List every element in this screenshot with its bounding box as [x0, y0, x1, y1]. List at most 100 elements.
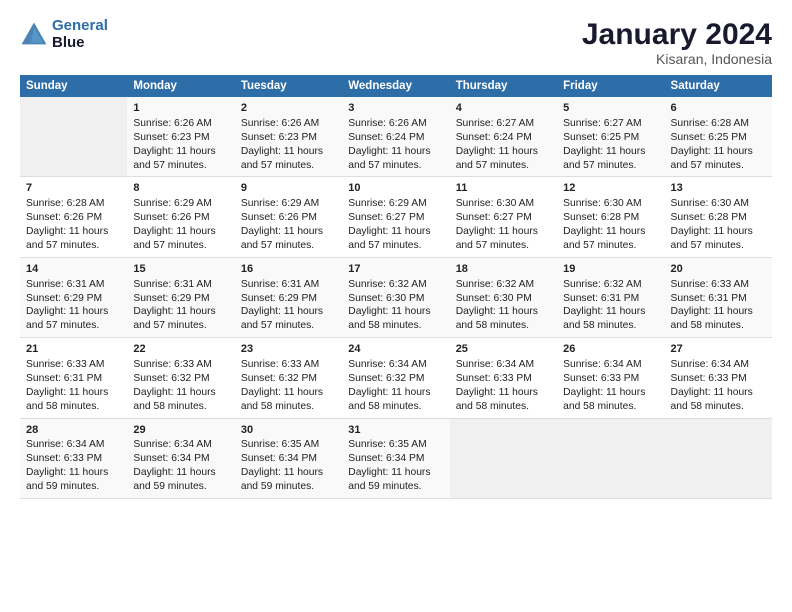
- day-info: Daylight: 11 hours and 58 minutes.: [133, 386, 228, 414]
- week-row-3: 14Sunrise: 6:31 AMSunset: 6:29 PMDayligh…: [20, 257, 772, 337]
- day-info: Daylight: 11 hours and 59 minutes.: [241, 466, 336, 494]
- day-info: Sunset: 6:29 PM: [133, 292, 228, 306]
- day-cell-6: 6Sunrise: 6:28 AMSunset: 6:25 PMDaylight…: [665, 97, 772, 177]
- col-header-sunday: Sunday: [20, 75, 127, 97]
- day-info: Sunset: 6:31 PM: [26, 372, 121, 386]
- day-info: Daylight: 11 hours and 57 minutes.: [456, 225, 551, 253]
- day-number: 2: [241, 101, 336, 116]
- day-info: Sunset: 6:24 PM: [456, 131, 551, 145]
- day-info: Daylight: 11 hours and 58 minutes.: [456, 305, 551, 333]
- col-header-saturday: Saturday: [665, 75, 772, 97]
- day-info: Sunrise: 6:30 AM: [563, 197, 658, 211]
- day-info: Daylight: 11 hours and 57 minutes.: [671, 225, 766, 253]
- day-number: 24: [348, 342, 443, 357]
- day-cell-empty: [665, 418, 772, 498]
- day-info: Sunset: 6:26 PM: [241, 211, 336, 225]
- day-cell-11: 11Sunrise: 6:30 AMSunset: 6:27 PMDayligh…: [450, 177, 557, 257]
- day-cell-26: 26Sunrise: 6:34 AMSunset: 6:33 PMDayligh…: [557, 338, 664, 418]
- day-cell-22: 22Sunrise: 6:33 AMSunset: 6:32 PMDayligh…: [127, 338, 234, 418]
- week-row-4: 21Sunrise: 6:33 AMSunset: 6:31 PMDayligh…: [20, 338, 772, 418]
- day-info: Sunrise: 6:31 AM: [241, 278, 336, 292]
- subtitle: Kisaran, Indonesia: [582, 51, 772, 67]
- day-cell-19: 19Sunrise: 6:32 AMSunset: 6:31 PMDayligh…: [557, 257, 664, 337]
- day-info: Sunrise: 6:34 AM: [133, 438, 228, 452]
- day-cell-28: 28Sunrise: 6:34 AMSunset: 6:33 PMDayligh…: [20, 418, 127, 498]
- day-number: 31: [348, 423, 443, 438]
- day-info: Sunset: 6:28 PM: [563, 211, 658, 225]
- day-info: Sunrise: 6:31 AM: [26, 278, 121, 292]
- day-info: Daylight: 11 hours and 58 minutes.: [671, 386, 766, 414]
- day-info: Sunset: 6:27 PM: [456, 211, 551, 225]
- day-number: 3: [348, 101, 443, 116]
- day-info: Sunset: 6:32 PM: [348, 372, 443, 386]
- day-info: Sunset: 6:33 PM: [563, 372, 658, 386]
- day-number: 27: [671, 342, 766, 357]
- day-cell-3: 3Sunrise: 6:26 AMSunset: 6:24 PMDaylight…: [342, 97, 449, 177]
- day-info: Sunrise: 6:34 AM: [348, 358, 443, 372]
- day-info: Daylight: 11 hours and 57 minutes.: [133, 305, 228, 333]
- day-cell-31: 31Sunrise: 6:35 AMSunset: 6:34 PMDayligh…: [342, 418, 449, 498]
- week-row-5: 28Sunrise: 6:34 AMSunset: 6:33 PMDayligh…: [20, 418, 772, 498]
- day-info: Daylight: 11 hours and 57 minutes.: [563, 225, 658, 253]
- day-info: Sunset: 6:23 PM: [133, 131, 228, 145]
- day-info: Sunrise: 6:26 AM: [241, 117, 336, 131]
- day-info: Sunset: 6:33 PM: [26, 452, 121, 466]
- day-number: 20: [671, 262, 766, 277]
- day-info: Sunset: 6:32 PM: [241, 372, 336, 386]
- day-number: 26: [563, 342, 658, 357]
- day-info: Sunrise: 6:29 AM: [348, 197, 443, 211]
- day-number: 16: [241, 262, 336, 277]
- day-info: Sunset: 6:24 PM: [348, 131, 443, 145]
- day-cell-14: 14Sunrise: 6:31 AMSunset: 6:29 PMDayligh…: [20, 257, 127, 337]
- day-info: Daylight: 11 hours and 59 minutes.: [133, 466, 228, 494]
- day-info: Daylight: 11 hours and 57 minutes.: [133, 145, 228, 173]
- day-info: Daylight: 11 hours and 58 minutes.: [563, 305, 658, 333]
- logo-icon: [20, 21, 48, 49]
- day-cell-empty: [557, 418, 664, 498]
- day-info: Daylight: 11 hours and 58 minutes.: [671, 305, 766, 333]
- day-info: Sunrise: 6:33 AM: [26, 358, 121, 372]
- day-info: Sunset: 6:29 PM: [26, 292, 121, 306]
- day-cell-1: 1Sunrise: 6:26 AMSunset: 6:23 PMDaylight…: [127, 97, 234, 177]
- day-info: Sunset: 6:34 PM: [241, 452, 336, 466]
- day-info: Daylight: 11 hours and 57 minutes.: [26, 225, 121, 253]
- day-cell-13: 13Sunrise: 6:30 AMSunset: 6:28 PMDayligh…: [665, 177, 772, 257]
- day-info: Sunrise: 6:27 AM: [563, 117, 658, 131]
- calendar-body: 1Sunrise: 6:26 AMSunset: 6:23 PMDaylight…: [20, 97, 772, 499]
- day-info: Sunset: 6:29 PM: [241, 292, 336, 306]
- day-info: Sunrise: 6:34 AM: [26, 438, 121, 452]
- day-number: 29: [133, 423, 228, 438]
- week-row-1: 1Sunrise: 6:26 AMSunset: 6:23 PMDaylight…: [20, 97, 772, 177]
- day-info: Daylight: 11 hours and 58 minutes.: [563, 386, 658, 414]
- day-info: Sunrise: 6:32 AM: [563, 278, 658, 292]
- day-cell-17: 17Sunrise: 6:32 AMSunset: 6:30 PMDayligh…: [342, 257, 449, 337]
- day-info: Daylight: 11 hours and 57 minutes.: [348, 225, 443, 253]
- day-info: Sunset: 6:33 PM: [456, 372, 551, 386]
- day-number: 1: [133, 101, 228, 116]
- day-cell-15: 15Sunrise: 6:31 AMSunset: 6:29 PMDayligh…: [127, 257, 234, 337]
- day-info: Sunset: 6:26 PM: [133, 211, 228, 225]
- day-cell-16: 16Sunrise: 6:31 AMSunset: 6:29 PMDayligh…: [235, 257, 342, 337]
- col-header-thursday: Thursday: [450, 75, 557, 97]
- calendar-header: SundayMondayTuesdayWednesdayThursdayFrid…: [20, 75, 772, 97]
- day-number: 5: [563, 101, 658, 116]
- day-number: 30: [241, 423, 336, 438]
- day-info: Daylight: 11 hours and 59 minutes.: [348, 466, 443, 494]
- day-info: Sunrise: 6:26 AM: [348, 117, 443, 131]
- day-number: 11: [456, 181, 551, 196]
- day-info: Sunrise: 6:28 AM: [26, 197, 121, 211]
- day-number: 6: [671, 101, 766, 116]
- day-info: Sunrise: 6:34 AM: [563, 358, 658, 372]
- day-info: Daylight: 11 hours and 57 minutes.: [456, 145, 551, 173]
- day-number: 4: [456, 101, 551, 116]
- day-info: Sunrise: 6:33 AM: [133, 358, 228, 372]
- day-info: Sunrise: 6:35 AM: [348, 438, 443, 452]
- title-block: January 2024 Kisaran, Indonesia: [582, 18, 772, 67]
- day-info: Sunrise: 6:29 AM: [133, 197, 228, 211]
- calendar-table: SundayMondayTuesdayWednesdayThursdayFrid…: [20, 75, 772, 499]
- day-info: Sunset: 6:25 PM: [563, 131, 658, 145]
- day-info: Sunrise: 6:34 AM: [456, 358, 551, 372]
- day-number: 22: [133, 342, 228, 357]
- day-info: Sunrise: 6:30 AM: [671, 197, 766, 211]
- week-row-2: 7Sunrise: 6:28 AMSunset: 6:26 PMDaylight…: [20, 177, 772, 257]
